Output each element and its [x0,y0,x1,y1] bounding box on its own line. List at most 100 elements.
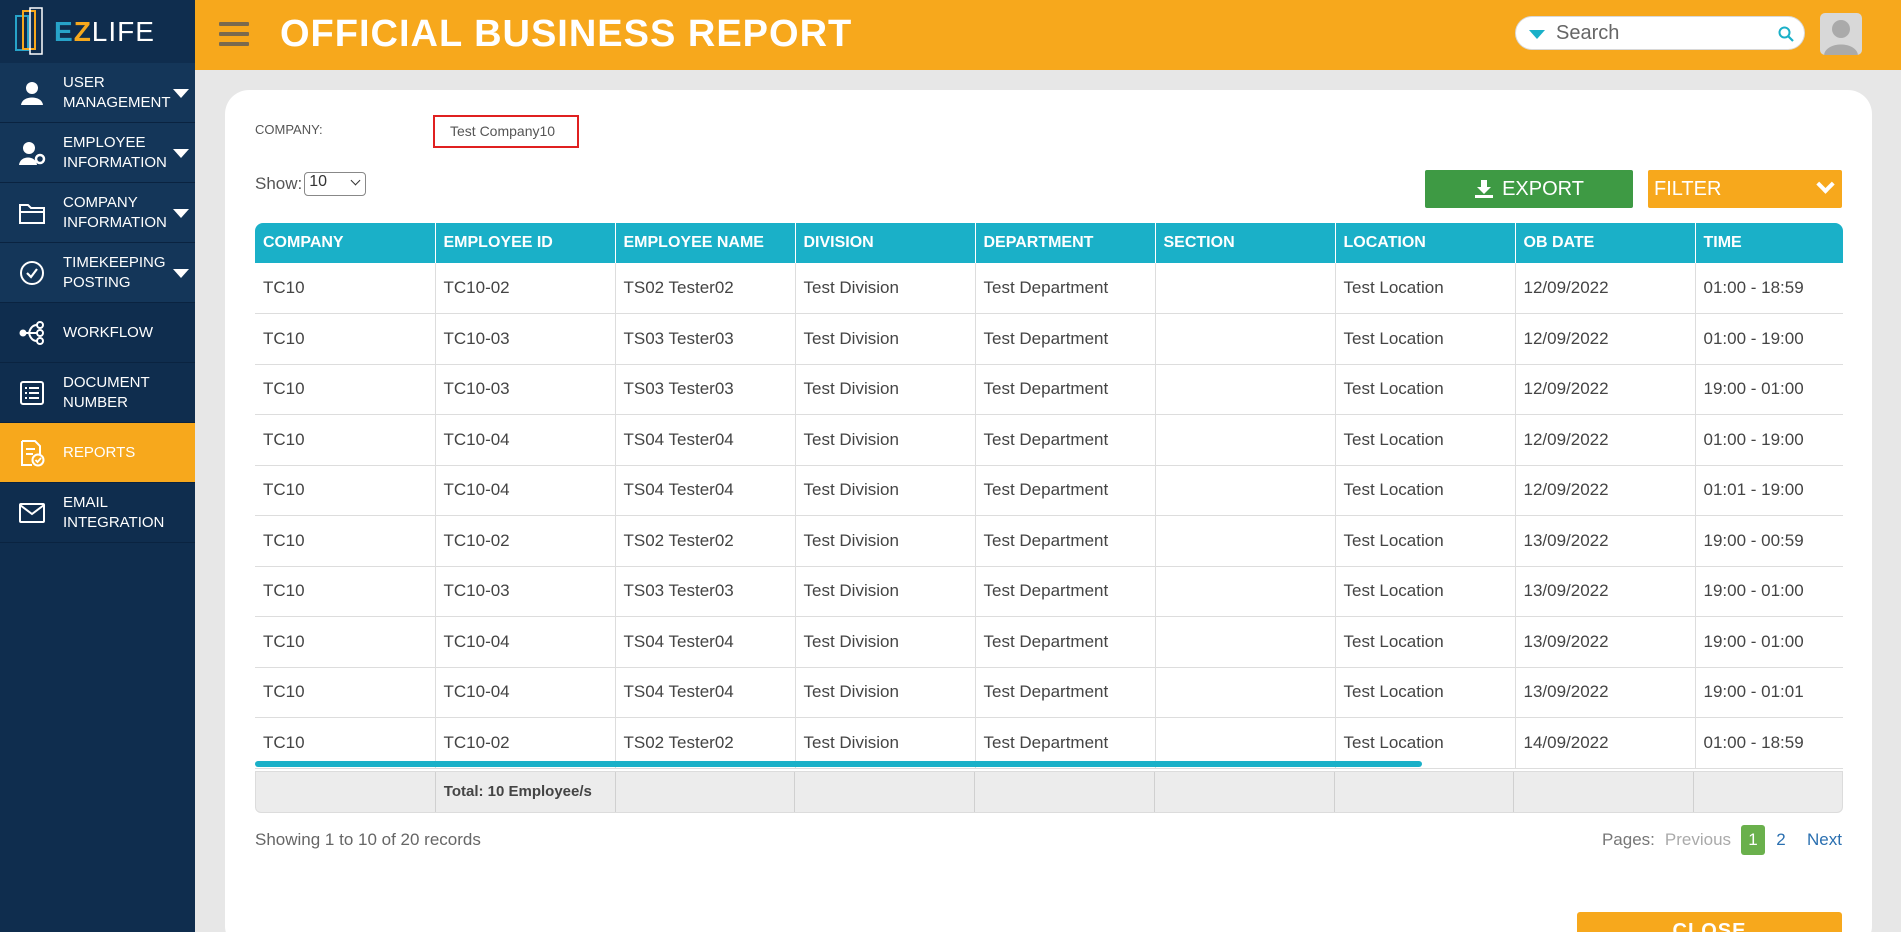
caret-down-icon[interactable] [173,89,189,98]
sidebar-item-company-information[interactable]: COMPANY INFORMATION [0,183,195,243]
page-2-link[interactable]: 2 [1769,825,1793,855]
table-cell: Test Department [975,667,1156,718]
sidebar-item-label: TIMEKEEPING POSTING [63,253,166,291]
table-row[interactable]: TC10 TC10-03 TS03 Tester03 Test Division Tes… [255,313,1843,365]
table-cell: Test Division [795,364,976,415]
table-row[interactable]: TC10 TC10-04 TS04 Tester04 Test Division Tes… [255,414,1843,466]
caret-down-icon[interactable] [173,269,189,278]
previous-page-link[interactable]: Previous [1665,830,1731,850]
table-cell [1155,414,1336,466]
column-header-company[interactable]: COMPANY [255,223,436,263]
table-cell: Test Location [1335,616,1516,668]
caret-down-icon[interactable] [173,149,189,158]
table-cell: TC10-02 [435,515,616,567]
user-avatar[interactable] [1820,13,1862,55]
table-cell: TC10-04 [435,414,616,466]
column-header-section[interactable]: SECTION [1155,223,1336,263]
table-cell: Test Division [795,566,976,617]
sidebar-item-timekeeping-posting[interactable]: TIMEKEEPING POSTING [0,243,195,303]
table-cell: 12/09/2022 [1515,364,1696,415]
column-header-time[interactable]: TIME [1695,223,1843,263]
table-row[interactable]: TC10 TC10-04 TS04 Tester04 Test Division Tes… [255,465,1843,516]
menu-toggle-icon[interactable] [219,22,249,48]
sidebar-item-workflow[interactable]: WORKFLOW [0,303,195,363]
sidebar-item-employee-information[interactable]: EMPLOYEE INFORMATION [0,123,195,183]
table-row[interactable]: TC10 TC10-04 TS04 Tester04 Test Division Tes… [255,667,1843,718]
table-cell: 13/09/2022 [1515,616,1696,668]
show-label: Show: [255,174,303,193]
table-cell: Test Location [1335,364,1516,415]
table-cell: 13/09/2022 [1515,515,1696,567]
table-cell: TS03 Tester03 [615,313,796,365]
table-cell: 13/09/2022 [1515,566,1696,617]
table-cell: Test Location [1335,414,1516,466]
table-row[interactable]: TC10 TC10-03 TS03 Tester03 Test Division Tes… [255,566,1843,617]
search-icon[interactable] [1778,26,1794,42]
table-row[interactable]: TC10 TC10-02 TS02 Tester02 Test Division Tes… [255,263,1843,314]
user-icon [0,80,63,106]
table-cell [1155,616,1336,668]
table-cell: Test Department [975,263,1156,314]
search-scope-dropdown-icon[interactable] [1529,30,1545,39]
sidebar-item-user-management[interactable]: USER MANAGEMENT [0,63,195,123]
close-button[interactable]: CLOSE [1577,912,1842,932]
table-cell: Test Division [795,515,976,567]
table-cell: TC10-04 [435,465,616,516]
sidebar-item-reports[interactable]: REPORTS [0,423,195,483]
column-header-location[interactable]: LOCATION [1335,223,1516,263]
document-list-icon [0,380,63,406]
table-cell: TC10-02 [435,263,616,314]
table-cell: TC10 [255,566,436,617]
table-cell: TS03 Tester03 [615,364,796,415]
column-header-department[interactable]: DEPARTMENT [975,223,1156,263]
pages-label: Pages: [1601,830,1655,849]
column-header-employee-id[interactable]: EMPLOYEE ID [435,223,616,263]
table-cell: TS04 Tester04 [615,414,796,466]
export-button[interactable]: EXPORT [1425,170,1633,208]
table-cell: TC10 [255,364,436,415]
table-row[interactable]: TC10 TC10-04 TS04 Tester04 Test Division Tes… [255,616,1843,668]
avatar-icon [1824,20,1858,55]
table-cell: Test Department [975,515,1156,567]
horizontal-scrollbar[interactable] [255,760,1422,767]
filter-button[interactable]: FILTER [1648,170,1842,208]
table-cell: Test Department [975,364,1156,415]
report-card: COMPANY: Test Company10 Show: 10 EXPORT … [225,90,1872,932]
table-cell: 01:00 - 18:59 [1695,263,1843,314]
column-header-employee-name[interactable]: EMPLOYEE NAME [615,223,796,263]
table-cell [1155,667,1336,718]
table-cell: Test Location [1335,566,1516,617]
page-1-link[interactable]: 1 [1741,825,1766,855]
app-logo[interactable]: EZLIFE [0,0,195,63]
pagination: Pages: Previous 1 2 Next [1602,825,1842,855]
table-cell: 12/09/2022 [1515,263,1696,314]
company-value-field[interactable]: Test Company10 [433,115,579,148]
search-input[interactable] [1556,20,1766,46]
next-page-link[interactable]: Next [1807,830,1842,850]
table-cell [1155,566,1336,617]
sidebar-nav: USER MANAGEMENT EMPLOYEE INFORMATION COMPA… [0,63,195,543]
download-icon [1475,180,1494,198]
table-cell: TC10-04 [435,667,616,718]
table-cell: Test Location [1335,465,1516,516]
page-size-select[interactable]: 10 [304,172,367,196]
table-cell: 01:00 - 19:00 [1695,313,1843,365]
column-header-division[interactable]: DIVISION [795,223,976,263]
table-row[interactable]: TC10 TC10-03 TS03 Tester03 Test Division Tes… [255,364,1843,415]
table-cell: 14/09/2022 [1515,717,1696,769]
caret-down-icon[interactable] [173,209,189,218]
sidebar-item-document-number[interactable]: DOCUMENT NUMBER [0,363,195,423]
sidebar-item-email-integration[interactable]: EMAIL INTEGRATION [0,483,195,543]
table-cell: 13/09/2022 [1515,667,1696,718]
table-cell: TS04 Tester04 [615,667,796,718]
table-cell: 19:00 - 01:01 [1695,667,1843,718]
top-header: OFFICIAL BUSINESS REPORT [195,0,1901,70]
column-header-ob-date[interactable]: OB DATE [1515,223,1696,263]
report-table: COMPANY EMPLOYEE ID EMPLOYEE NAME DIVISION D… [255,223,1843,769]
table-cell: 19:00 - 01:00 [1695,364,1843,415]
table-cell: TC10 [255,515,436,567]
report-icon [0,439,63,467]
chevron-down-icon [350,175,361,186]
table-row[interactable]: TC10 TC10-02 TS02 Tester02 Test Division Tes… [255,515,1843,567]
table-cell: TC10-04 [435,616,616,668]
